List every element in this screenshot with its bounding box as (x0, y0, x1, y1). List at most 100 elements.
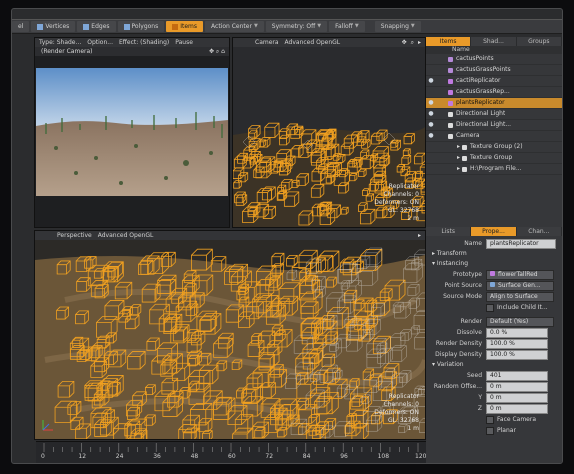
offset-z-field[interactable]: 0 m (486, 403, 548, 414)
stat-gl: GL: 32768 (387, 417, 419, 424)
list-item-label: cactiReplicator (456, 77, 501, 84)
shading-dropdown[interactable]: Advanced OpenGL (285, 39, 341, 46)
surface-icon (490, 281, 495, 287)
face-camera-label: Face Camera (497, 416, 537, 423)
list-item[interactable]: cactusPoints (426, 54, 562, 65)
stat-grid-size: 2 m (407, 215, 419, 222)
list-item[interactable]: ▸ H:\Program File... (426, 164, 562, 175)
shading-dropdown[interactable]: Advanced OpenGL (98, 232, 154, 239)
source-mode-dropdown[interactable]: Align to Surface (486, 291, 554, 302)
item-type-icon (448, 89, 453, 95)
section-title: Transform (436, 250, 467, 257)
seed-label: Seed (467, 372, 482, 379)
list-item[interactable]: ▸ Texture Group (2) (426, 142, 562, 153)
visibility-eye-icon[interactable]: ● (426, 76, 436, 86)
menu-arrow-icon[interactable]: ▸ (418, 232, 421, 239)
options-dropdown[interactable]: Option... (87, 39, 113, 46)
list-item[interactable]: ● Directional Light (426, 109, 562, 120)
planar-label: Planar (497, 427, 516, 434)
section-instancing[interactable]: ▾ Instancing (426, 259, 562, 269)
render-type-dropdown[interactable]: Type: Shade... (39, 39, 81, 46)
move-icon[interactable]: ✥ (402, 39, 407, 46)
section-variation[interactable]: ▾ Variation (426, 360, 562, 370)
perspective-viewport[interactable]: Perspective Advanced OpenGL ▸ Replicator… (34, 230, 426, 440)
vertices-button[interactable]: Vertices (31, 21, 76, 32)
stat-channels: Channels: 0 (383, 401, 419, 408)
random-offset-z-row: Z 0 m (426, 403, 562, 414)
offset-y-field[interactable]: 0 m (486, 392, 548, 403)
mode-toolbar: el Vertices Edges Polygons Items Action … (12, 19, 562, 34)
render-dropdown[interactable]: Default (Yes) (486, 316, 554, 327)
symmetry-dropdown[interactable]: Symmetry: Off ▼ (265, 21, 328, 32)
view-type-dropdown[interactable]: Perspective (57, 232, 92, 239)
visibility-eye-icon[interactable]: ● (426, 98, 436, 108)
action-center-dropdown[interactable]: Action Center ▼ (205, 21, 264, 32)
source-mode-label: Source Mode (443, 293, 482, 300)
visibility-eye-icon[interactable]: ● (426, 131, 436, 141)
offset-x-field[interactable]: 0 m (486, 381, 548, 392)
right-panel: Items Shad... Groups Name cactusPoints ca… (426, 37, 562, 463)
prototype-dropdown[interactable]: flowerTallRed (486, 269, 554, 280)
list-item[interactable]: ● Camera (426, 131, 562, 142)
prototype-value: flowerTallRed (498, 270, 538, 278)
timeline[interactable]: 0 12 24 36 48 60 72 84 96 108 120 (36, 441, 426, 463)
point-source-label: Point Source (444, 282, 482, 289)
tab-lists[interactable]: Lists (426, 227, 471, 236)
nav-icons[interactable]: ▸ (418, 231, 421, 240)
toolbar-model-tab[interactable]: el (12, 21, 30, 32)
dissolve-field[interactable]: 0.0 % (486, 327, 548, 338)
view-type-dropdown[interactable]: Camera (255, 39, 279, 46)
tab-items[interactable]: Items (426, 37, 471, 46)
section-transform[interactable]: ▸ Transform (426, 249, 562, 259)
edges-button[interactable]: Edges (77, 21, 116, 32)
face-camera-checkbox[interactable] (486, 415, 494, 424)
indent: ▸ (456, 143, 460, 150)
camera-viewport[interactable]: Camera Advanced OpenGL ✥ ⌕ ▸ Replicator Ch… (232, 37, 426, 228)
zoom-icon[interactable]: ⌕ (411, 39, 414, 47)
nav-icons[interactable]: ✥ ⌕ ▸ (402, 38, 421, 47)
viewport-stats: Replicator Channels: 0 Deformers: ON GL:… (374, 393, 419, 433)
seed-field[interactable]: 401 (486, 370, 548, 381)
render-preview-viewport[interactable]: Type: Shade... Option... Effect: (Shadin… (34, 37, 230, 228)
point-source-dropdown[interactable]: Surface Gen... (486, 280, 554, 291)
list-item[interactable]: cactusGrassPoints (426, 65, 562, 76)
list-item-label: plantsReplicator (456, 99, 505, 106)
item-type-icon (448, 133, 453, 139)
timeline-tick-label: 24 (115, 453, 124, 460)
timeline-tick-label: 60 (228, 453, 236, 460)
chevron-down-icon: ▼ (253, 23, 258, 29)
render-density-field[interactable]: 100.0 % (486, 338, 548, 349)
timeline-tick-label: 72 (265, 453, 274, 460)
list-item-label: cactusGrassRep... (456, 88, 510, 95)
list-item[interactable]: cactusGrassRep... (426, 87, 562, 98)
planar-checkbox[interactable] (486, 426, 494, 435)
visibility-eye-icon[interactable]: ● (426, 120, 436, 130)
visibility-eye-icon[interactable]: ● (426, 109, 436, 119)
polygons-button[interactable]: Polygons (117, 21, 165, 32)
display-density-field[interactable]: 100.0 % (486, 349, 548, 360)
list-item[interactable]: ● cactiReplicator (426, 76, 562, 87)
prototype-label: Prototype (453, 271, 482, 278)
snapping-dropdown[interactable]: Snapping ▼ (374, 21, 421, 32)
tab-shader[interactable]: Shad... (471, 37, 516, 46)
stat-grid-size: 1 m (407, 425, 419, 432)
stat-deformers: Deformers: ON (374, 199, 419, 206)
list-item[interactable]: ▸ Texture Group (426, 153, 562, 164)
items-button[interactable]: Items (166, 21, 204, 32)
nav-icons[interactable]: ✥ ⌕ ⌂ (209, 47, 225, 56)
menu-arrow-icon[interactable]: ▸ (418, 39, 421, 46)
list-item[interactable]: ● plantsReplicator (426, 98, 562, 109)
offset-y-label: Y (478, 394, 482, 401)
stat-channels: Channels: 0 (383, 191, 419, 198)
list-item[interactable]: ● Directional Light... (426, 120, 562, 131)
tab-groups[interactable]: Groups (516, 37, 561, 46)
tab-channels[interactable]: Chan... (516, 227, 561, 236)
falloff-dropdown[interactable]: Falloff ▼ (329, 21, 365, 32)
tab-properties[interactable]: Prope... (471, 227, 516, 236)
include-child-checkbox[interactable] (486, 303, 494, 312)
name-field[interactable]: plantsReplicator (486, 238, 556, 249)
timeline-ruler (43, 443, 419, 452)
toolbar-label: Action Center (211, 23, 252, 30)
pause-button[interactable]: Pause (175, 39, 193, 46)
effect-dropdown[interactable]: Effect: (Shading) (119, 39, 169, 46)
